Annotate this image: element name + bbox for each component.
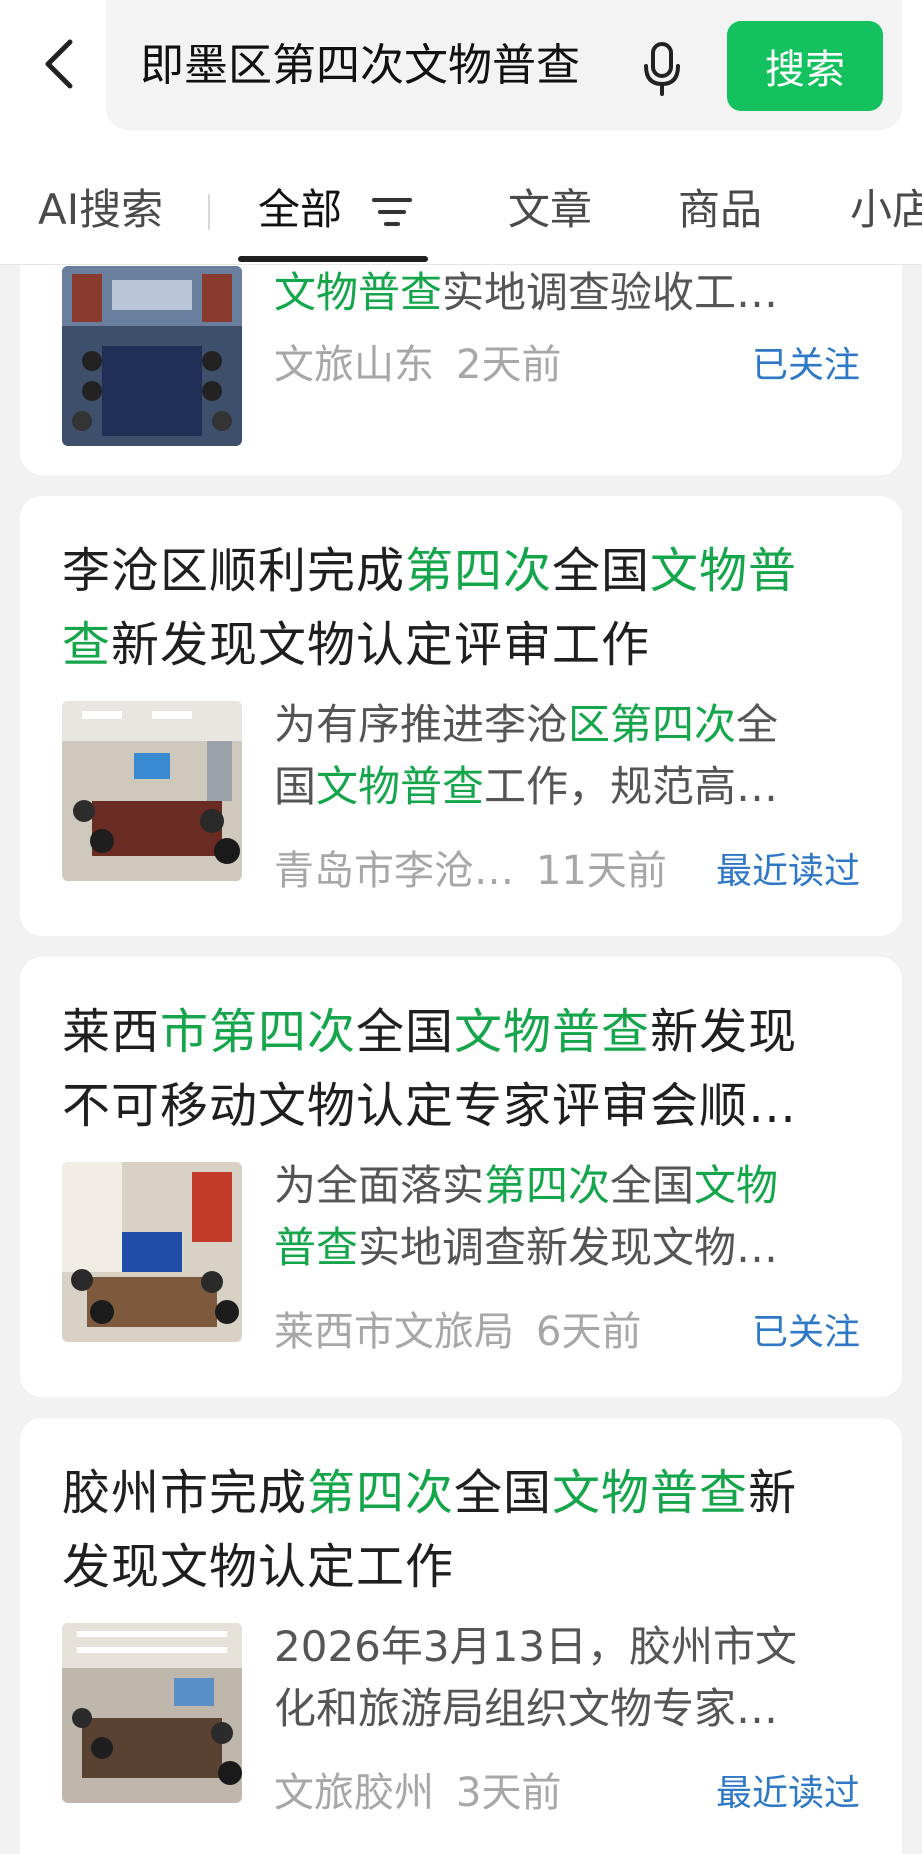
recently-read-badge[interactable]: 最近读过 [716,842,860,894]
result-meta: 青岛市李沧… 11天前 [274,838,667,896]
source-name[interactable]: 文旅山东 [274,342,434,388]
text-line: 为有序推进李沧区第四次全 [274,694,874,756]
search-input[interactable]: 即墨区第四次文物普查 搜索 [106,0,902,130]
text-line: 为全面落实第四次全国文物 [274,1155,874,1217]
article-thumbnail [62,1162,242,1342]
back-button[interactable] [28,28,92,104]
result-title[interactable]: 李沧区顺利完成第四次全国文物普 查新发现文物认定评审工作 [62,534,872,682]
search-button[interactable]: 搜索 [727,21,883,111]
publish-time: 6天前 [536,1309,642,1355]
result-card[interactable]: 莱西市第四次全国文物普查新发现 不可移动文物认定专家评审会顺… 为全面落实第四次全… [20,957,902,1397]
recently-read-badge[interactable]: 最近读过 [716,1764,860,1816]
text-segment: 工作，规范高… [484,762,779,811]
text-segment: 新发现文物认定评审工作 [111,617,651,673]
text-segment: 全国 [356,1004,455,1060]
text-segment: 新发现 [650,1004,798,1060]
highlighted-keyword: 市第四次 [160,1004,357,1060]
text-segment: 发现文物认定工作 [62,1539,455,1595]
result-snippet: 为有序推进李沧区第四次全 国文物普查工作，规范高… [274,694,874,818]
text-line: 文物普查实地调查验收工… [274,262,874,324]
highlighted-keyword: 第四次 [307,1465,455,1521]
highlighted-keyword: 区第四次 [568,700,737,749]
highlighted-keyword: 文物普 [650,543,798,599]
result-snippet: 为全面落实第四次全国文物 普查实地调查新发现文物… [274,1155,874,1279]
result-title[interactable]: 莱西市第四次全国文物普查新发现不可移动文物认定专家评审会顺… [62,995,872,1143]
text-line: 查新发现文物认定评审工作 [62,608,872,682]
search-query-text[interactable]: 即墨区第四次文物普查 [140,38,610,94]
tab-articles[interactable]: 文章 [508,180,592,240]
article-thumbnail [62,701,242,881]
highlighted-keyword: 文物 [694,1161,779,1210]
result-snippet: 2026年3月13日，胶州市文 化和旅游局组织文物专家… [274,1616,874,1740]
text-segment: 全国 [610,1161,695,1210]
text-line: 不可移动文物认定专家评审会顺… [62,1069,872,1143]
result-meta: 文旅胶州 3天前 [274,1760,561,1818]
highlighted-keyword: 文物普查 [274,268,443,317]
text-segment: 实地调查验收工… [442,268,779,317]
tab-ai-search[interactable]: AI搜索 [38,180,163,240]
highlighted-keyword: 第四次 [484,1161,611,1210]
highlighted-keyword: 普查 [274,1223,359,1272]
source-name[interactable]: 文旅胶州 [274,1770,434,1816]
text-segment: 2026年3月13日，胶州市文 [274,1622,798,1671]
text-segment: 为有序推进李沧 [274,700,569,749]
source-name[interactable]: 青岛市李沧… [274,848,514,894]
text-line: 莱西市第四次全国文物普查新发现 [62,995,872,1069]
search-header: 即墨区第四次文物普查 搜索 AI搜索 全部 文章 商品 小店 [0,0,922,265]
tab-shops[interactable]: 小店 [850,180,922,240]
article-thumbnail [62,266,242,446]
text-line: 国文物普查工作，规范高… [274,756,874,818]
follow-status-badge[interactable]: 已关注 [752,1303,860,1355]
tab-products[interactable]: 商品 [678,180,762,240]
publish-time: 11天前 [536,848,667,894]
result-title[interactable]: 胶州市完成第四次全国文物普查新发现文物认定工作 [62,1456,872,1604]
tab-divider [208,194,210,230]
text-segment: 不可移动文物认定专家评审会顺… [62,1078,798,1134]
text-segment: 国 [274,762,317,811]
result-type-tabs: AI搜索 全部 文章 商品 小店 [0,164,922,264]
highlighted-keyword: 文物普查 [454,1004,651,1060]
text-segment: 全国 [552,543,651,599]
article-thumbnail [62,1623,242,1803]
text-line: 普查实地调查新发现文物… [274,1217,874,1279]
result-card[interactable]: 李沧区顺利完成第四次全国文物普 查新发现文物认定评审工作 为有序推进李沧区第四次全… [20,496,902,936]
highlighted-keyword: 文物普查 [316,762,485,811]
filter-icon[interactable] [372,196,412,228]
chevron-left-icon[interactable] [40,36,80,96]
result-meta: 文旅山东 2天前 [274,332,561,390]
text-segment: 实地调查新发现文物… [358,1223,779,1272]
publish-time: 3天前 [456,1770,562,1816]
text-line: 胶州市完成第四次全国文物普查新 [62,1456,872,1530]
text-segment: 全 [736,700,779,749]
text-segment: 为全面落实 [274,1161,485,1210]
text-line: 2026年3月13日，胶州市文 [274,1616,874,1678]
text-segment: 胶州市完成 [62,1465,308,1521]
active-tab-indicator [238,256,428,262]
text-line: 发现文物认定工作 [62,1530,872,1604]
highlighted-keyword: 文物普查 [552,1465,749,1521]
tab-all[interactable]: 全部 [258,180,342,240]
source-name[interactable]: 莱西市文旅局 [274,1309,514,1355]
text-line: 李沧区顺利完成第四次全国文物普 [62,534,872,608]
follow-status-badge[interactable]: 已关注 [752,336,860,388]
microphone-icon[interactable] [634,38,690,100]
highlighted-keyword: 第四次 [405,543,553,599]
text-segment: 化和旅游局组织文物专家… [274,1684,779,1733]
text-segment: 李沧区顺利完成 [62,543,406,599]
text-segment: 新 [748,1465,798,1521]
text-segment: 全国 [454,1465,553,1521]
text-line: 化和旅游局组织文物专家… [274,1678,874,1740]
publish-time: 2天前 [456,342,562,388]
text-segment: 莱西 [62,1004,161,1060]
highlighted-keyword: 查 [62,617,112,673]
result-card[interactable]: 胶州市完成第四次全国文物普查新发现文物认定工作 2026年3月13日，胶州市文化… [20,1418,902,1854]
result-meta: 莱西市文旅局 6天前 [274,1299,641,1357]
